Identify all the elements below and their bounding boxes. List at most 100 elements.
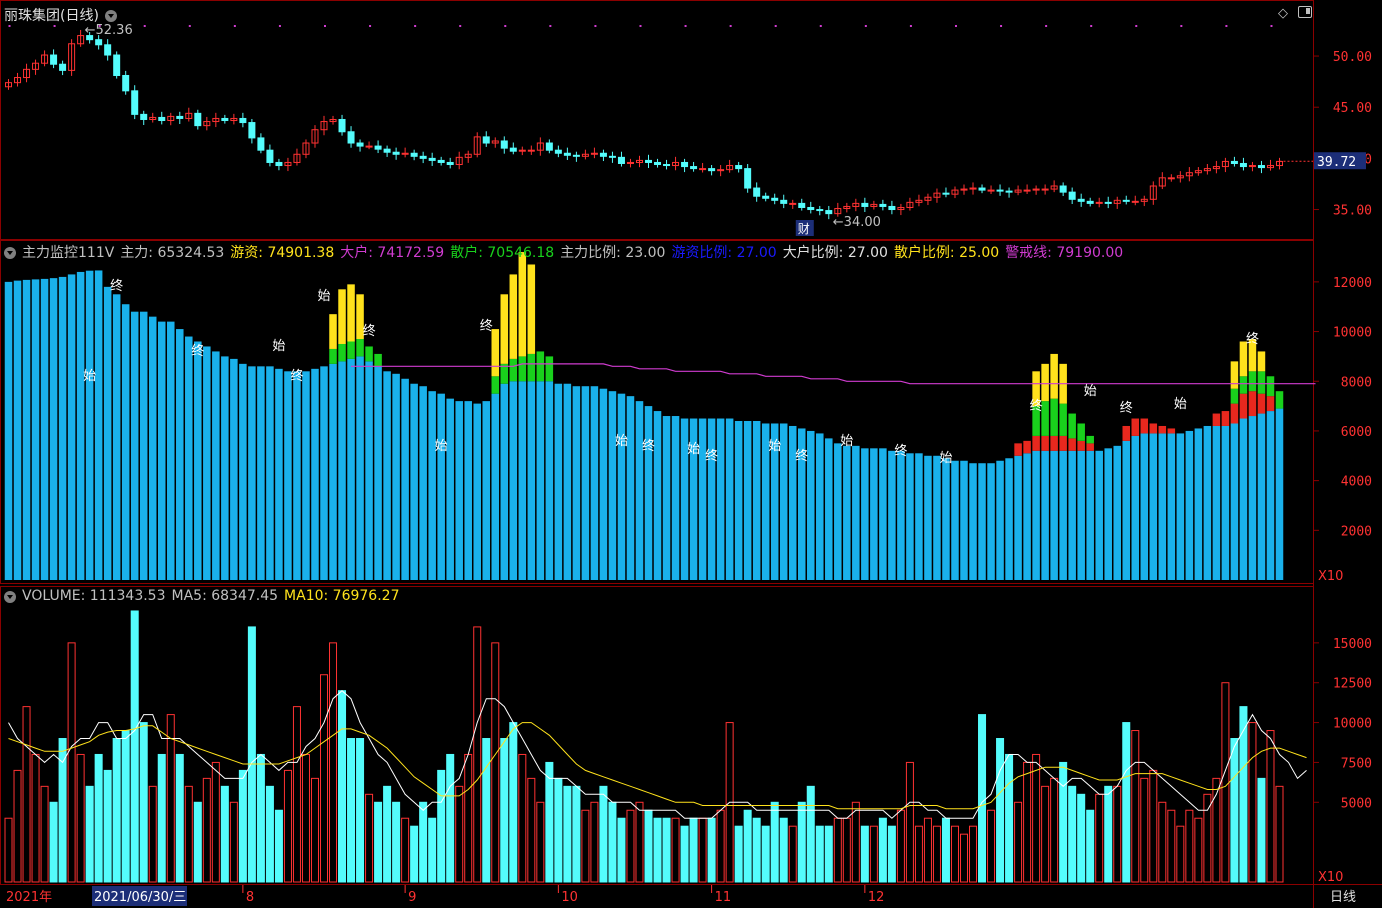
main-force-bar [969, 463, 977, 580]
candle-body [978, 187, 986, 191]
signal-dot [369, 25, 372, 27]
volume-bar [401, 817, 410, 883]
candle-body [248, 122, 256, 139]
chart-canvas: 50.0045.0040.0035.0039.72←52.36←34.00财12… [0, 0, 1382, 908]
main-force-bar [915, 453, 923, 580]
signal-marker: 终 [894, 443, 907, 459]
price-panel-header: 丽珠集团(日线) [4, 5, 123, 25]
signal-dot [278, 25, 281, 27]
main-force-bar [437, 393, 445, 580]
volume-bar [635, 801, 644, 883]
main-force-bar [500, 383, 509, 580]
signal-marker: 终 [363, 323, 376, 339]
volume-bar [1194, 817, 1203, 883]
volume-bar [1239, 706, 1248, 883]
candle-body [266, 149, 274, 163]
volume-fields: VOLUME: 111343.53 MA5: 68347.45 MA10: 7697… [22, 588, 405, 604]
big-holder-bar [1032, 435, 1040, 451]
volume-bar [842, 817, 851, 883]
signal-marker: 始 [687, 442, 700, 457]
candle-body [275, 161, 283, 167]
retail-bar [356, 339, 364, 357]
big-holder-bar [1050, 435, 1058, 451]
candle-body [158, 116, 166, 122]
diamond-icon[interactable]: ◇ [1278, 6, 1288, 21]
volume-bar [482, 738, 491, 883]
big-holder-bar [1248, 391, 1257, 417]
signal-dot [188, 25, 191, 27]
indicator-field-2: 大户: 74172.59 [340, 245, 445, 261]
volume-bar [1050, 777, 1059, 883]
main-force-bar [897, 450, 905, 580]
big-holder-bar [1077, 440, 1085, 451]
volume-bar [491, 642, 500, 883]
big-holder-bar [1221, 411, 1230, 426]
retail-bar [1257, 371, 1266, 394]
signal-marker: 始 [840, 434, 853, 449]
volume-bar [473, 626, 482, 883]
hot-money-bar [1041, 363, 1049, 402]
volume-bar [85, 785, 94, 883]
volume-bar [509, 722, 518, 883]
volume-bar [581, 809, 590, 883]
volume-bar [1059, 761, 1068, 883]
main-force-bar [518, 381, 527, 580]
signal-dot [639, 25, 642, 27]
candle-body [780, 199, 788, 204]
volume-bar [292, 706, 301, 883]
volume-bar [671, 817, 680, 883]
signal-marker: 终 [480, 318, 493, 334]
main-force-bar [888, 450, 896, 580]
retail-bar [545, 356, 554, 382]
main-force-bar [203, 346, 211, 580]
indicator-menu-icon[interactable] [4, 247, 16, 259]
volume-bar [1068, 785, 1077, 883]
volume-bar [319, 674, 329, 883]
main-force-bar [1194, 428, 1203, 580]
volume-y-tick-label: 7500 [1341, 756, 1372, 771]
main-force-bar [67, 274, 76, 580]
main-force-bar [852, 445, 860, 580]
panel-toggle-icon[interactable] [1298, 6, 1312, 18]
main-force-bar [446, 398, 454, 580]
big-holder-bar [1131, 418, 1140, 436]
candle-body [654, 161, 662, 166]
big-holder-bar [1230, 403, 1239, 424]
indicator-field-5: 游资比例: 27.00 [671, 245, 777, 261]
main-force-bar [1230, 423, 1239, 580]
event-label: 财 [798, 222, 810, 236]
volume-bar [301, 753, 310, 883]
volume-bar [950, 825, 959, 883]
volume-bar [590, 801, 599, 883]
main-force-bar [212, 351, 220, 580]
candle-body [735, 165, 743, 170]
volume-bar [256, 753, 265, 883]
main-force-bar [1266, 411, 1275, 580]
main-force-bar [1149, 433, 1158, 580]
volume-bar [824, 825, 833, 883]
main-force-bar [4, 281, 13, 580]
retail-bar [329, 348, 337, 364]
main-force-bar [103, 286, 112, 580]
big-holder-bar [1212, 413, 1221, 426]
dropdown-icon[interactable] [104, 10, 117, 22]
volume-bar [67, 642, 76, 883]
volume-menu-icon[interactable] [4, 591, 16, 603]
signal-dot [819, 25, 822, 27]
main-force-bar [996, 460, 1004, 580]
volume-bar [923, 817, 932, 883]
volume-bar [283, 769, 292, 883]
volume-bar [734, 825, 743, 883]
main-force-bar [221, 356, 229, 580]
main-force-bar [266, 366, 274, 580]
volume-bar [978, 714, 987, 883]
big-holder-bar [1023, 440, 1031, 454]
volume-bar [969, 825, 978, 883]
volume-bar [1158, 801, 1167, 883]
volume-bar [464, 753, 473, 883]
candle-body [419, 155, 427, 159]
signal-dot [594, 25, 597, 27]
main-force-bar [1059, 450, 1067, 580]
main-force-bar [1221, 425, 1230, 580]
signal-dot [324, 25, 326, 27]
